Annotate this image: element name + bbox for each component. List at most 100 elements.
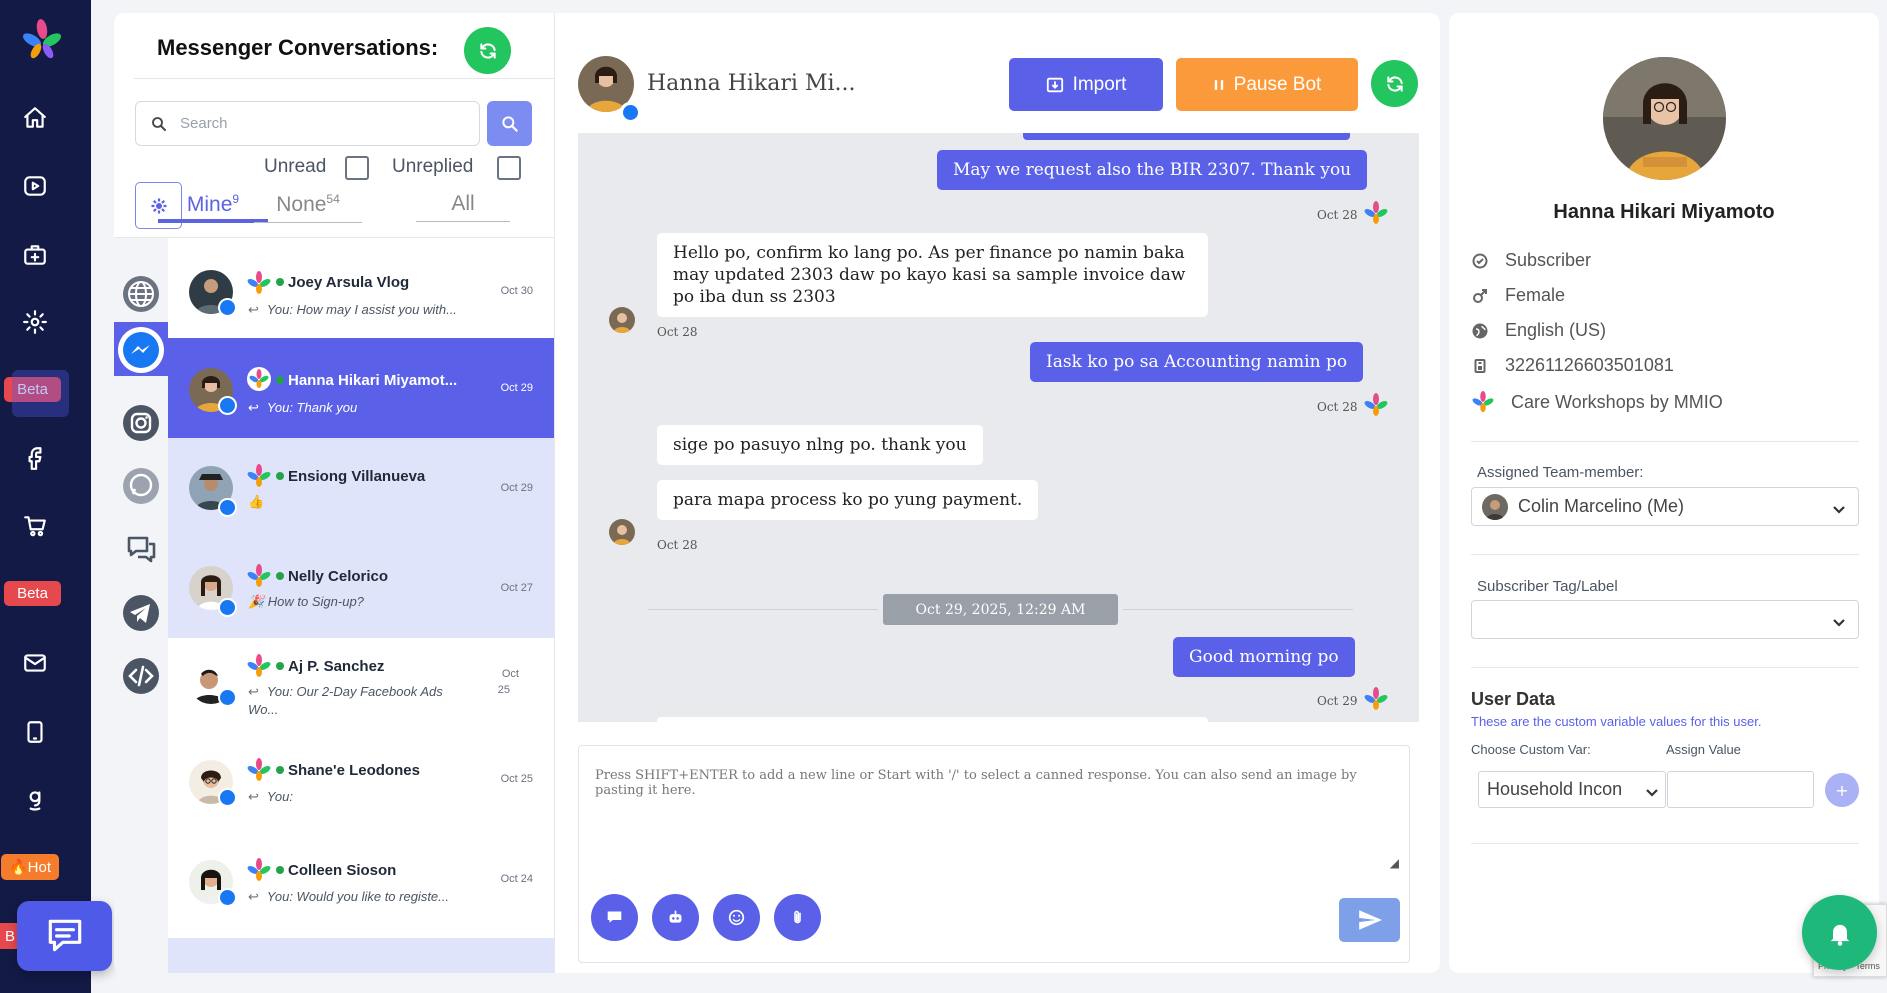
chevron-down-icon bbox=[1645, 783, 1659, 797]
instagram-icon[interactable] bbox=[119, 401, 162, 444]
tab-all[interactable]: All bbox=[416, 192, 510, 222]
robot-icon bbox=[669, 910, 682, 923]
paperclip-icon bbox=[794, 910, 801, 924]
active-item-highlight bbox=[12, 370, 69, 417]
chat-icon[interactable] bbox=[119, 527, 162, 570]
conversation-list: Joey Arsula Vlog ↩ You: How may I assist … bbox=[168, 238, 554, 973]
send-button[interactable] bbox=[1339, 898, 1400, 942]
male-icon bbox=[1471, 287, 1489, 305]
tab-mine[interactable]: Mine9 bbox=[158, 192, 268, 223]
search-field[interactable] bbox=[135, 101, 480, 146]
globe-icon[interactable] bbox=[119, 272, 162, 315]
conversations-title: Messenger Conversations: bbox=[157, 35, 439, 60]
message-bubble-incoming: para mapa process ko po yung payment. bbox=[657, 480, 1039, 520]
conversation-preview: 👍 bbox=[248, 494, 265, 509]
online-dot bbox=[276, 662, 284, 671]
conversation-date: Oct bbox=[501, 668, 519, 680]
assign-value-input[interactable] bbox=[1667, 771, 1814, 808]
tab-mine-label: Mine bbox=[186, 193, 233, 216]
conversation-item[interactable]: Joey Arsula Vlog ↩ You: How may I assist … bbox=[168, 238, 554, 338]
search-button[interactable] bbox=[487, 101, 532, 146]
conversation-item[interactable]: Colleen Sioson ↩ You: Would you like to r… bbox=[168, 838, 554, 938]
unread-checkbox[interactable] bbox=[345, 156, 369, 180]
tab-none-count: 54 bbox=[326, 192, 340, 206]
conversation-item[interactable]: Shane'e Leodones ↩ You: Oct 25 bbox=[168, 738, 554, 838]
conversation-name-text: Hanna Hikari Miyamot... bbox=[288, 372, 458, 389]
conversation-item[interactable]: Nelly Celorico 🎉 How to Sign-up? Oct 27 bbox=[168, 538, 554, 638]
messenger-icon bbox=[218, 396, 237, 415]
messenger-icon[interactable] bbox=[118, 327, 164, 373]
check-circle-icon bbox=[1471, 252, 1489, 270]
subscriber-tag-select[interactable] bbox=[1471, 600, 1859, 639]
pause-bot-button[interactable]: Pause Bot bbox=[1176, 58, 1358, 111]
conversation-preview: ↩ You: Our 2-Day Facebook Ads bbox=[248, 684, 493, 700]
emoji-button[interactable] bbox=[713, 894, 760, 941]
assigned-label: Assigned Team-member: bbox=[1477, 464, 1644, 481]
online-dot bbox=[276, 278, 284, 287]
conversation-name-text: Ensiong Villanueva bbox=[288, 468, 426, 485]
message-date: Oct 29 bbox=[1317, 694, 1358, 708]
globe-icon bbox=[1471, 322, 1489, 340]
id-badge-icon bbox=[1471, 357, 1489, 375]
divider bbox=[134, 78, 554, 79]
message-thread: May we request also the BIR 2307. Thank … bbox=[578, 133, 1419, 722]
conversation-item[interactable]: Ensiong Villanueva 👍 Oct 29 bbox=[168, 438, 554, 538]
search-input[interactable] bbox=[180, 115, 460, 132]
mail-icon[interactable] bbox=[20, 648, 50, 678]
messenger-icon bbox=[218, 598, 237, 617]
conversation-item[interactable]: Aj P. Sanchez ↩ You: Our 2-Day Facebook A… bbox=[168, 638, 554, 738]
attach-button[interactable] bbox=[774, 894, 821, 941]
briefcase-plus-icon[interactable] bbox=[20, 240, 50, 270]
messenger-icon bbox=[218, 888, 237, 907]
code-icon[interactable] bbox=[119, 654, 162, 697]
refresh-conversations-button[interactable] bbox=[464, 27, 511, 74]
unreplied-label: Unreplied bbox=[392, 156, 474, 177]
custom-var-select[interactable]: Household Incon bbox=[1478, 771, 1666, 808]
unreplied-checkbox[interactable] bbox=[497, 156, 521, 180]
bell-icon bbox=[1830, 924, 1849, 946]
conversation-name: Colleen Sioson bbox=[276, 862, 396, 879]
google-icon[interactable] bbox=[20, 785, 50, 815]
brand-logo-icon bbox=[247, 564, 271, 587]
beta-badge: Beta bbox=[4, 581, 61, 606]
conversation-item-active[interactable]: Hanna Hikari Miyamot... ↩ You: Thank you … bbox=[168, 338, 554, 438]
messenger-icon bbox=[218, 298, 237, 317]
telegram-icon[interactable] bbox=[119, 591, 162, 634]
support-chat-button[interactable] bbox=[17, 901, 112, 971]
custom-var-label: Choose Custom Var: bbox=[1471, 742, 1591, 757]
assigned-member-value: Colin Marcelino (Me) bbox=[1518, 496, 1685, 516]
add-variable-button[interactable]: + bbox=[1825, 773, 1859, 807]
brand-logo-icon bbox=[247, 758, 271, 781]
settings-icon[interactable] bbox=[20, 307, 50, 337]
message-input[interactable] bbox=[595, 768, 1395, 868]
preview-text: You: How may I assist you with... bbox=[266, 302, 457, 317]
conversation-name: Hanna Hikari Miyamot... bbox=[276, 372, 457, 389]
conversation-name-text: Shane'e Leodones bbox=[288, 762, 420, 779]
conversation-preview-continued: Wo... bbox=[248, 702, 279, 717]
app-logo[interactable] bbox=[20, 18, 64, 62]
subscriber-id: 32261126603501081 bbox=[1505, 355, 1674, 375]
video-icon[interactable] bbox=[20, 171, 50, 201]
resize-handle-icon[interactable]: ◢ bbox=[1390, 856, 1399, 870]
assigned-member-select[interactable]: Colin Marcelino (Me) bbox=[1471, 487, 1859, 526]
canned-response-button[interactable] bbox=[591, 894, 638, 941]
refresh-chat-button[interactable] bbox=[1371, 60, 1418, 107]
facebook-icon[interactable] bbox=[20, 443, 50, 473]
mobile-icon[interactable] bbox=[20, 717, 50, 747]
conversation-date: Oct 29 bbox=[500, 382, 533, 394]
cart-icon[interactable] bbox=[20, 511, 50, 541]
divider bbox=[1471, 667, 1859, 668]
conversation-date: Oct 30 bbox=[500, 285, 533, 297]
online-dot bbox=[276, 766, 284, 775]
tab-none[interactable]: None54 bbox=[254, 192, 362, 223]
id-row: 32261126603501081 bbox=[1471, 355, 1674, 376]
home-icon[interactable] bbox=[20, 103, 50, 133]
import-button[interactable]: Import bbox=[1009, 58, 1163, 111]
whatsapp-icon[interactable] bbox=[119, 464, 162, 507]
conversation-name: Aj P. Sanchez bbox=[276, 658, 384, 675]
notifications-button[interactable] bbox=[1802, 895, 1877, 970]
conversation-date: Oct 24 bbox=[500, 873, 533, 885]
profile-panel: Hanna Hikari Miyamoto Subscriber Female … bbox=[1449, 13, 1879, 973]
bot-reply-button[interactable] bbox=[652, 894, 699, 941]
conversation-item[interactable] bbox=[168, 938, 554, 973]
